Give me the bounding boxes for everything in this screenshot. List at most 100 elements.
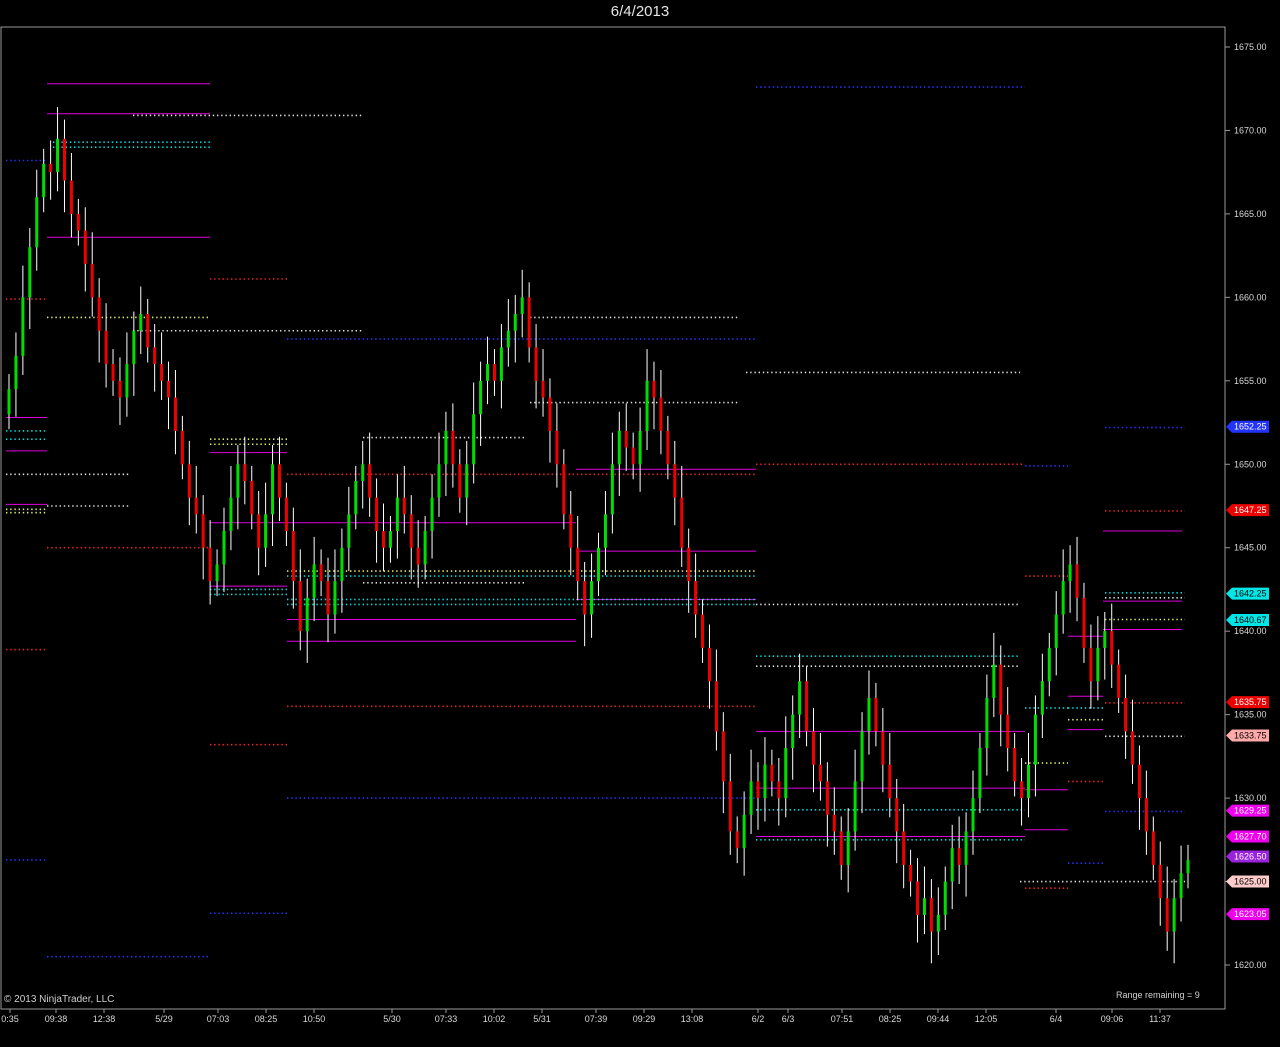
candle-body	[749, 781, 753, 815]
candle-body	[735, 831, 739, 849]
candle-body	[14, 355, 18, 390]
candlestick-chart[interactable]: 1675.00 1670.00 1665.00 1660.00 1655.00 1650.…	[0, 0, 1280, 1047]
candle-body	[354, 480, 358, 515]
x-tick-label: 10:02	[483, 1014, 506, 1024]
candle-body	[1137, 764, 1141, 799]
candle-body	[707, 647, 711, 682]
candle-body	[992, 664, 996, 698]
y-tick-label: 1675.00	[1234, 42, 1267, 52]
candle-body	[902, 831, 906, 865]
candle-body	[291, 531, 295, 582]
candle-body	[132, 330, 136, 365]
candle-body	[666, 430, 670, 465]
candle-body	[395, 497, 399, 532]
candle-body	[236, 464, 240, 498]
candle-body	[305, 597, 309, 632]
candle-body	[1144, 798, 1148, 832]
candle-body	[590, 581, 594, 615]
x-tick-label: 09:44	[927, 1014, 950, 1024]
candle-body	[7, 389, 11, 415]
candle-body	[444, 430, 448, 465]
x-tick-label: 13:08	[681, 1014, 704, 1024]
candle-body	[867, 697, 871, 732]
candle-body	[811, 731, 815, 765]
candle-body	[659, 397, 663, 431]
candle-body	[957, 848, 961, 865]
candle-body	[125, 364, 129, 398]
candle-body	[222, 531, 226, 565]
x-tick-label: 0:35	[1, 1014, 19, 1024]
candle-body	[21, 297, 25, 356]
candle-body	[1124, 697, 1128, 732]
candle-body	[319, 564, 323, 582]
x-tick-label: 12:38	[93, 1014, 116, 1024]
candle-body	[1096, 647, 1100, 682]
candle-body	[874, 697, 878, 732]
price-tag-label: 1627.70	[1234, 831, 1267, 841]
y-tick-label: 1670.00	[1234, 125, 1267, 135]
candle-body	[548, 397, 552, 431]
candle-body	[1165, 898, 1169, 932]
candle-body	[645, 380, 649, 431]
candle-body	[1013, 748, 1017, 782]
candle-body	[527, 297, 531, 348]
candle-body	[1040, 681, 1044, 715]
candle-body	[56, 138, 60, 173]
x-tick-label: 07:03	[207, 1014, 230, 1024]
candle-body	[985, 697, 989, 749]
candle-body	[382, 531, 386, 548]
copyright-text: © 2013 NinjaTrader, LLC	[4, 994, 115, 1005]
candle-body	[721, 731, 725, 782]
range-remaining-text: Range remaining = 9	[1116, 990, 1200, 1000]
candle-body	[839, 831, 843, 865]
candle-body	[257, 514, 261, 548]
x-tick-label: 09:29	[633, 1014, 656, 1024]
candle-body	[298, 581, 302, 632]
candle-body	[69, 180, 73, 214]
candle-body	[139, 314, 143, 331]
candle-body	[333, 581, 337, 615]
y-tick-label: 1650.00	[1234, 459, 1267, 469]
x-tick-label: 08:25	[879, 1014, 902, 1024]
candle-body	[243, 464, 247, 481]
candle-body	[83, 230, 87, 264]
candle-body	[770, 764, 774, 782]
price-tag-label: 1626.50	[1234, 852, 1267, 862]
candle-body	[1110, 631, 1114, 665]
candle-body	[964, 831, 968, 865]
candle-body	[562, 464, 566, 515]
x-tick-label: 08:25	[255, 1014, 278, 1024]
price-tag-label: 1647.25	[1234, 505, 1267, 515]
candle-body	[146, 314, 150, 348]
candle-body	[936, 914, 940, 932]
candle-body	[479, 380, 483, 415]
candle-body	[846, 831, 850, 865]
candle-body	[167, 380, 171, 398]
candle-body	[694, 581, 698, 615]
price-tags: 1652.25 1647.25 1642.25 1640.67 1635.75 1633.…	[1226, 420, 1269, 921]
candle-body	[42, 163, 46, 198]
candle-body	[1117, 664, 1121, 698]
candle-body	[347, 514, 351, 548]
y-tick-label: 1640.00	[1234, 626, 1267, 636]
candle-body	[673, 464, 677, 498]
candle-body	[229, 497, 233, 532]
candle-body	[208, 547, 212, 582]
candle-body	[825, 781, 829, 815]
x-tick-label: 10:50	[303, 1014, 326, 1024]
candle-body	[375, 497, 379, 532]
candle-body	[458, 464, 462, 498]
candle-body	[929, 898, 933, 932]
candle-body	[680, 497, 684, 548]
candle-body	[1054, 614, 1058, 648]
candle-body	[943, 881, 947, 915]
candle-body	[805, 681, 809, 732]
candle-body	[818, 764, 822, 782]
level-lines	[6, 83, 1185, 958]
x-tick-label: 11:37	[1149, 1014, 1171, 1024]
candle-body	[492, 364, 496, 381]
x-tick-label: 5/30	[383, 1014, 401, 1024]
candle-body	[603, 514, 607, 548]
candle-body	[451, 430, 455, 465]
candle-body	[534, 347, 538, 381]
